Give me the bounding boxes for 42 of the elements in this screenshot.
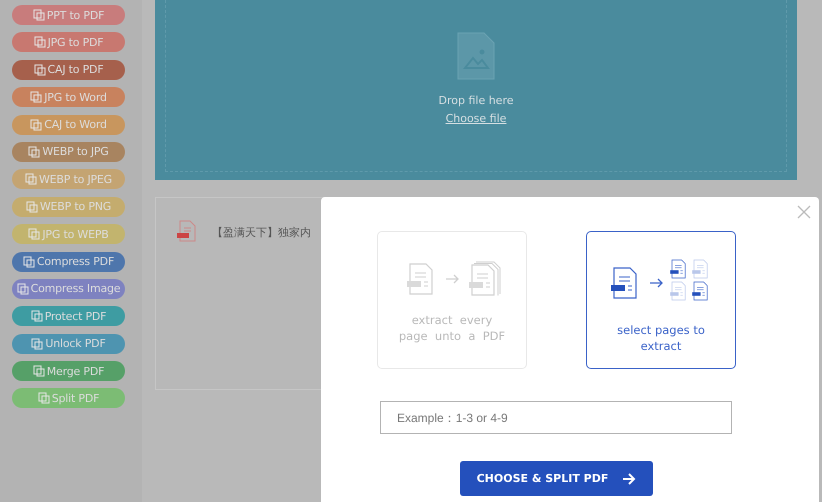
file-name: 【盈满天下】独家内 bbox=[212, 225, 311, 240]
document-icon bbox=[28, 146, 40, 158]
document-icon bbox=[31, 338, 44, 350]
sidebar-item[interactable]: CAJ to PDF bbox=[12, 60, 125, 80]
document-icon bbox=[32, 365, 45, 378]
pdf-file-icon bbox=[176, 220, 198, 242]
document-icon bbox=[30, 118, 42, 131]
page-range-field[interactable]: Example：1-3 or 4-9 bbox=[380, 401, 732, 434]
sidebar-item[interactable]: Protect PDF bbox=[12, 306, 125, 326]
sidebar-item[interactable]: CAJ to Word bbox=[12, 114, 125, 135]
sidebar-item[interactable]: Merge PDF bbox=[12, 361, 125, 382]
close-icon[interactable] bbox=[797, 205, 811, 219]
sidebar-item[interactable]: WEBP to PNG bbox=[12, 196, 125, 217]
sidebar-item[interactable]: WEBP to JPEG bbox=[12, 169, 125, 190]
document-icon bbox=[16, 282, 29, 295]
document-icon bbox=[25, 173, 37, 186]
sidebar-item[interactable]: Compress PDF bbox=[12, 252, 125, 272]
split-option[interactable]: extract every page unto a PDF bbox=[377, 231, 527, 369]
document-icon bbox=[32, 9, 45, 21]
sidebar-item[interactable]: JPG to WEPB bbox=[12, 224, 125, 244]
choose-file-link[interactable]: Choose file bbox=[446, 112, 506, 125]
arrow-icon bbox=[622, 472, 636, 484]
sidebar-item[interactable]: Compress Image bbox=[12, 278, 125, 299]
document-icon bbox=[26, 200, 38, 213]
sidebar-item[interactable]: Split PDF bbox=[12, 388, 125, 408]
image-file-icon bbox=[457, 32, 495, 80]
document-icon bbox=[22, 256, 35, 268]
sidebar-item[interactable]: JPG to Word bbox=[12, 87, 125, 108]
drop-hint: Drop file here bbox=[438, 94, 514, 107]
sidebar-item[interactable]: PPT to PDF bbox=[12, 5, 125, 25]
document-icon bbox=[34, 64, 46, 76]
document-icon bbox=[30, 310, 43, 322]
document-icon bbox=[28, 228, 40, 240]
document-icon bbox=[34, 36, 46, 48]
sidebar-item[interactable]: JPG to PDF bbox=[12, 32, 125, 52]
sidebar-item[interactable]: WEBP to JPG bbox=[12, 142, 125, 162]
document-icon bbox=[38, 392, 50, 404]
choose-split-button[interactable]: CHOOSE & SPLIT PDF bbox=[460, 461, 653, 496]
sidebar-item[interactable]: Unlock PDF bbox=[12, 334, 125, 354]
upload-area[interactable]: Drop file here Choose file bbox=[155, 0, 797, 180]
document-icon bbox=[30, 91, 42, 104]
split-option[interactable]: select pages to extract bbox=[586, 231, 736, 369]
